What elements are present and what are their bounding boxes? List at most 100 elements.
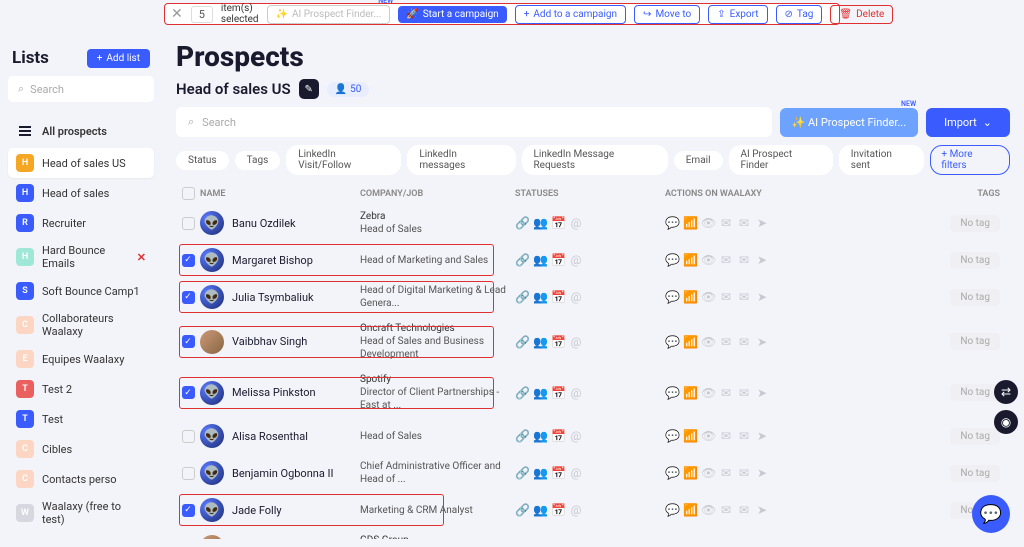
table-row[interactable]: Jon Perrin GDS Group Head of Sales - Nor… xyxy=(176,528,1010,539)
table-row[interactable]: 👽 Julia Tsymbaliuk Head of Digital Marke… xyxy=(176,278,1010,316)
sidebar-item[interactable]: RRecruiter xyxy=(8,208,154,238)
action-icon[interactable]: 💬 xyxy=(665,466,679,480)
sidebar-item[interactable]: HHead of sales US xyxy=(8,148,154,178)
row-checkbox[interactable] xyxy=(182,386,195,399)
table-row[interactable]: Vaibbhav Singh Oncraft Technologies Head… xyxy=(176,316,1010,367)
filter-chip[interactable]: Status xyxy=(176,151,229,170)
status-icon[interactable]: 🔗 xyxy=(515,216,529,230)
sidebar-item[interactable]: WWaalaxy (free to test) xyxy=(8,494,154,532)
row-checkbox[interactable] xyxy=(182,291,195,304)
sidebar-item[interactable]: TTest xyxy=(8,404,154,434)
filter-chip[interactable]: LinkedIn Message Requests xyxy=(522,145,668,175)
action-icon[interactable]: ➤ xyxy=(755,429,769,443)
status-icon[interactable]: 👥 xyxy=(533,216,547,230)
status-icon[interactable]: 📅 xyxy=(551,253,565,267)
tag-chip[interactable]: No tag xyxy=(950,289,1000,306)
ai-prospect-finder-button[interactable]: ✨ AI Prospect Finder...NEW xyxy=(267,5,391,24)
status-icon[interactable]: 🔗 xyxy=(515,386,529,400)
row-checkbox[interactable] xyxy=(182,217,195,230)
status-icon[interactable]: 👥 xyxy=(533,253,547,267)
sidebar-item-all-prospects[interactable]: All prospects xyxy=(8,116,154,146)
delete-button[interactable]: 🗑 Delete xyxy=(830,5,893,24)
status-icon[interactable]: 🔗 xyxy=(515,290,529,304)
action-icon[interactable]: ➤ xyxy=(755,503,769,517)
table-row[interactable]: 👽 Melissa Pinkston Spotify Director of C… xyxy=(176,367,1010,418)
sidebar-item[interactable]: EEquipes Waalaxy xyxy=(8,344,154,374)
action-icon[interactable]: 📶 xyxy=(683,335,697,349)
action-icon[interactable]: 📶 xyxy=(683,290,697,304)
status-icon[interactable]: 🔗 xyxy=(515,503,529,517)
action-icon[interactable]: ➤ xyxy=(755,290,769,304)
row-checkbox[interactable] xyxy=(182,504,195,517)
swap-fab[interactable]: ⇄ xyxy=(994,380,1018,404)
status-icon[interactable]: @ xyxy=(569,503,583,517)
tag-chip[interactable]: No tag xyxy=(950,215,1000,232)
status-icon[interactable]: 📅 xyxy=(551,503,565,517)
table-row[interactable]: 👽 Jade Folly Marketing & CRM Analyst 🔗👥📅… xyxy=(176,492,1010,528)
action-icon[interactable]: 👁 xyxy=(701,335,715,349)
import-button[interactable]: Import ⌄ xyxy=(926,108,1010,137)
action-icon[interactable]: ✉ xyxy=(737,290,751,304)
sidebar-item[interactable]: CContacts perso xyxy=(8,464,154,494)
action-icon[interactable]: ✉ xyxy=(719,429,733,443)
action-icon[interactable]: 📶 xyxy=(683,216,697,230)
filter-chip[interactable]: Tags xyxy=(235,151,281,170)
status-icon[interactable]: 🔗 xyxy=(515,253,529,267)
action-icon[interactable]: ✉ xyxy=(719,386,733,400)
action-icon[interactable]: 💬 xyxy=(665,429,679,443)
status-icon[interactable]: 📅 xyxy=(551,466,565,480)
status-icon[interactable]: @ xyxy=(569,429,583,443)
tag-chip[interactable]: No tag xyxy=(950,384,1000,401)
action-icon[interactable]: 👁 xyxy=(701,253,715,267)
action-icon[interactable]: 👁 xyxy=(701,386,715,400)
action-icon[interactable]: ✉ xyxy=(719,216,733,230)
sidebar-item[interactable]: HHard Bounce Emails✕ xyxy=(8,238,154,276)
status-icon[interactable]: 📅 xyxy=(551,290,565,304)
table-row[interactable]: 👽 Banu Ozdilek Zebra Head of Sales 🔗👥📅@ … xyxy=(176,204,1010,242)
action-icon[interactable]: 📶 xyxy=(683,503,697,517)
status-icon[interactable]: 📅 xyxy=(551,335,565,349)
status-icon[interactable]: @ xyxy=(569,466,583,480)
action-icon[interactable]: 📶 xyxy=(683,429,697,443)
status-icon[interactable]: @ xyxy=(569,386,583,400)
action-icon[interactable]: 📶 xyxy=(683,466,697,480)
action-icon[interactable]: ✉ xyxy=(737,503,751,517)
action-icon[interactable]: 👁 xyxy=(701,503,715,517)
action-icon[interactable]: ✉ xyxy=(737,335,751,349)
row-checkbox[interactable] xyxy=(182,335,195,348)
sidebar-item[interactable]: CCollaborateurs Waalaxy xyxy=(8,306,154,344)
action-icon[interactable]: ➤ xyxy=(755,216,769,230)
action-icon[interactable]: ➤ xyxy=(755,386,769,400)
discord-fab[interactable]: ◉ xyxy=(994,410,1018,434)
add-to-campaign-button[interactable]: + Add to a campaign xyxy=(515,5,626,24)
status-icon[interactable]: @ xyxy=(569,216,583,230)
chat-fab[interactable]: 💬 xyxy=(972,495,1010,533)
filter-chip[interactable]: AI Prospect Finder xyxy=(729,145,833,175)
action-icon[interactable]: 👁 xyxy=(701,216,715,230)
table-row[interactable]: 👽 Margaret Bishop Head of Marketing and … xyxy=(176,242,1010,278)
status-icon[interactable]: 👥 xyxy=(533,386,547,400)
main-search-input[interactable]: ⌕ Search xyxy=(176,107,772,137)
action-icon[interactable]: ✉ xyxy=(737,386,751,400)
sidebar-item[interactable]: SSoft Bounce Camp1 xyxy=(8,276,154,306)
action-icon[interactable]: 💬 xyxy=(665,503,679,517)
action-icon[interactable]: ➤ xyxy=(755,466,769,480)
action-icon[interactable]: 👁 xyxy=(701,429,715,443)
sidebar-item[interactable]: HHead of sales xyxy=(8,178,154,208)
status-icon[interactable]: 👥 xyxy=(533,335,547,349)
filter-chip[interactable]: LinkedIn Visit/Follow xyxy=(286,145,401,175)
tag-chip[interactable]: No tag xyxy=(950,333,1000,350)
action-icon[interactable]: 💬 xyxy=(665,253,679,267)
action-icon[interactable]: ✉ xyxy=(719,335,733,349)
sidebar-item[interactable]: TTest 2 xyxy=(8,374,154,404)
status-icon[interactable]: 👥 xyxy=(533,503,547,517)
action-icon[interactable]: 💬 xyxy=(665,386,679,400)
status-icon[interactable]: 👥 xyxy=(533,429,547,443)
sidebar-search-input[interactable]: ⌕ Search xyxy=(8,76,154,102)
start-campaign-button[interactable]: 🚀 Start a campaign xyxy=(398,6,506,23)
status-icon[interactable]: 👥 xyxy=(533,466,547,480)
action-icon[interactable]: ✉ xyxy=(737,466,751,480)
action-icon[interactable]: 📶 xyxy=(683,253,697,267)
status-icon[interactable]: 🔗 xyxy=(515,466,529,480)
add-list-button[interactable]: + Add list xyxy=(87,49,150,68)
